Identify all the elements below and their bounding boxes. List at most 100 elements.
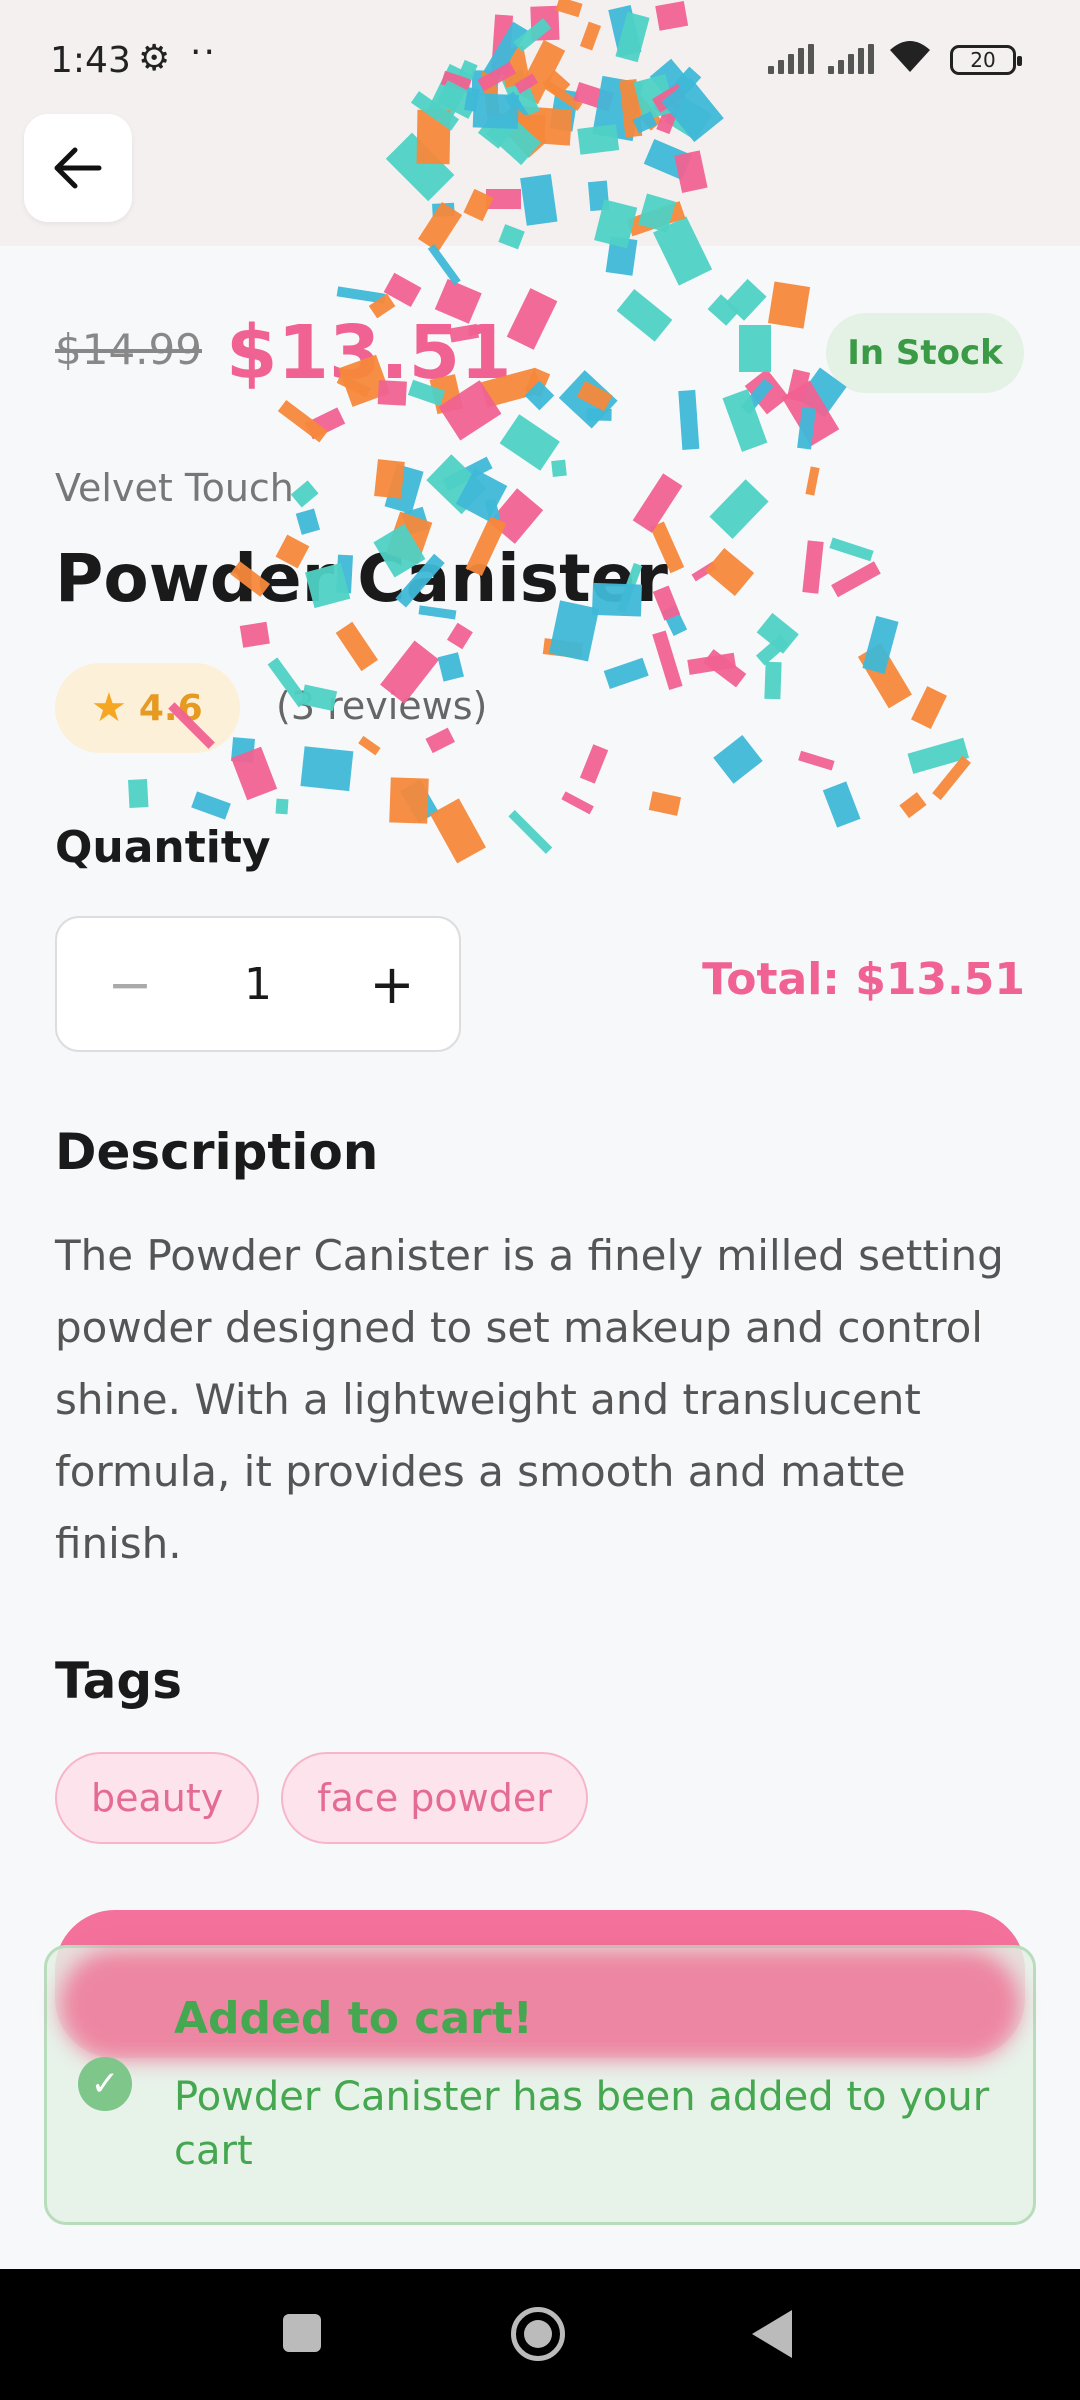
confetti-piece	[652, 83, 686, 113]
confetti-piece	[498, 44, 531, 88]
confetti-piece	[656, 99, 681, 134]
decrease-quantity-button[interactable]: −	[100, 940, 160, 1028]
confetti-piece	[498, 224, 525, 250]
confetti-piece	[487, 111, 542, 165]
confetti-piece	[486, 188, 522, 210]
confetti-piece	[544, 80, 583, 111]
confetti-piece	[431, 202, 455, 217]
confetti-piece	[506, 288, 558, 351]
toast-message: Powder Canister has been added to your c…	[174, 2074, 990, 2174]
recents-button[interactable]	[283, 2314, 321, 2352]
confetti-piece	[576, 124, 619, 156]
confetti-piece	[591, 75, 643, 141]
confetti-piece	[519, 174, 558, 227]
confetti-piece	[472, 93, 519, 130]
confetti-piece	[516, 40, 566, 105]
confetti-piece	[410, 90, 459, 131]
confetti-piece	[586, 408, 612, 421]
confetti-piece	[756, 612, 799, 654]
confetti-piece	[471, 70, 498, 95]
confetti-piece	[822, 781, 861, 828]
confetti-piece	[190, 791, 231, 821]
confetti-piece	[781, 380, 840, 447]
confetti-piece	[278, 400, 329, 443]
confetti-piece	[899, 791, 927, 818]
confetti-piece	[300, 684, 337, 711]
confetti-piece	[664, 94, 713, 140]
confetti-piece	[634, 74, 676, 121]
confetti-piece	[802, 540, 824, 595]
confetti-piece	[513, 18, 552, 53]
confetti-piece	[738, 325, 772, 372]
confetti-piece	[524, 380, 554, 410]
confetti-piece	[594, 199, 638, 248]
tag-list: beauty face powder	[55, 1752, 588, 1844]
quantity-value: 1	[244, 958, 272, 1010]
confetti-piece	[797, 407, 817, 450]
confetti-piece	[530, 5, 560, 41]
description-text: The Powder Canister is a finely milled s…	[55, 1231, 1004, 1568]
confetti-piece	[465, 515, 507, 576]
confetti-piece	[335, 621, 378, 672]
confetti-piece	[488, 488, 543, 545]
confetti-piece	[614, 11, 649, 63]
confetti-piece	[829, 537, 874, 561]
home-button[interactable]	[511, 2307, 565, 2361]
home-icon	[524, 2320, 552, 2348]
confetti-piece	[576, 380, 613, 412]
confetti-piece	[463, 189, 493, 222]
confetti-piece	[652, 585, 680, 621]
confetti-piece	[542, 637, 584, 659]
confetti-piece	[607, 4, 642, 57]
confetti-piece	[652, 66, 702, 119]
tag-chip[interactable]: face powder	[281, 1752, 588, 1844]
back-nav-button[interactable]	[752, 2310, 792, 2358]
confetti-piece	[709, 479, 769, 540]
toast-title: Added to cart!	[174, 1993, 533, 2044]
confetti-piece	[168, 701, 216, 749]
confetti-piece	[558, 370, 618, 430]
increase-quantity-button[interactable]: +	[362, 940, 422, 1028]
confetti-piece	[442, 456, 493, 491]
tag-chip[interactable]: beauty	[55, 1752, 260, 1844]
confetti-piece	[477, 62, 517, 92]
confetti-piece	[797, 750, 835, 771]
confetti-piece	[549, 600, 600, 662]
confetti-piece	[572, 81, 615, 112]
confetti-piece	[384, 463, 424, 515]
confetti-piece	[705, 548, 755, 597]
confetti-piece	[480, 368, 542, 409]
confetti-piece	[230, 737, 255, 764]
confetti-piece	[440, 70, 472, 94]
confetti-piece	[524, 367, 550, 397]
confetti-piece	[455, 469, 508, 523]
confetti-piece	[408, 380, 446, 407]
confetti-piece	[579, 21, 601, 51]
confetti-piece	[368, 293, 396, 319]
confetti-piece	[862, 616, 899, 674]
confetti-piece	[673, 150, 708, 193]
confetti-piece	[490, 14, 513, 76]
confetti-piece	[725, 278, 767, 322]
confetti-piece	[632, 111, 658, 133]
confetti-piece	[400, 779, 439, 824]
confetti-piece	[477, 112, 514, 149]
confetti-piece	[619, 79, 643, 138]
confetti-piece	[489, 113, 546, 139]
confetti-piece	[652, 216, 712, 286]
confetti-piece	[632, 473, 682, 533]
confetti-overlay	[0, 0, 1080, 900]
total-price: Total: $13.51	[702, 954, 1025, 1005]
confetti-piece	[617, 289, 673, 342]
confetti-piece	[304, 407, 345, 440]
confetti-piece	[722, 388, 768, 452]
confetti-piece	[932, 755, 972, 801]
confetti-piece	[434, 278, 482, 324]
confetti-piece	[707, 294, 740, 327]
confetti-piece	[549, 88, 579, 133]
confetti-piece	[427, 244, 461, 286]
confetti-piece	[605, 235, 638, 276]
confetti-piece	[358, 735, 381, 756]
confetti-piece	[745, 369, 790, 415]
confetti-piece	[373, 523, 426, 578]
